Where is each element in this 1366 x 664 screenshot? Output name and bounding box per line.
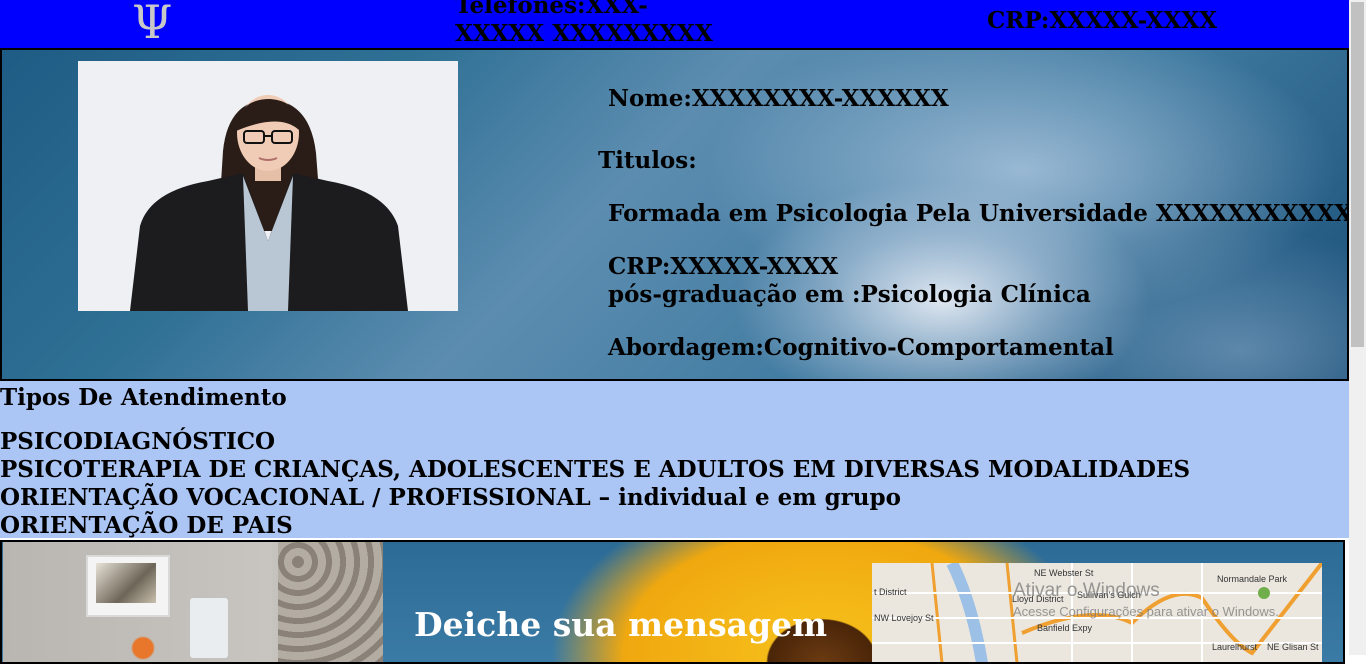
service-item: ORIENTAÇÃO DE PAIS bbox=[0, 512, 293, 539]
titles-heading: Titulos: bbox=[598, 147, 697, 174]
services-title: Tipos De Atendimento bbox=[0, 384, 287, 411]
activation-watermark-title: Ativar o Windows bbox=[1013, 580, 1160, 601]
service-item: ORIENTAÇÃO VOCACIONAL / PROFISSIONAL – i… bbox=[0, 484, 901, 511]
map-label: Laurelhurst bbox=[1212, 642, 1258, 652]
scrollbar-thumb[interactable] bbox=[1351, 2, 1364, 347]
profile-section: Nome:XXXXXXXX-XXXXXX Titulos: Formada em… bbox=[0, 48, 1366, 381]
header-crp: CRP:XXXXX-XXXX bbox=[987, 7, 1218, 34]
phones-text: Telefones:XXX-XXXXX XXXXXXXXX bbox=[455, 0, 713, 47]
approach-text: Abordagem:Cognitivo-Comportamental bbox=[608, 334, 1114, 361]
psi-logo-icon: Ψ bbox=[132, 0, 173, 49]
services-list: PSICODIAGNÓSTICO PSICOTERAPIA DE CRIANÇA… bbox=[0, 428, 1190, 540]
map-label: NE Glisan St bbox=[1267, 642, 1319, 652]
office-photo bbox=[3, 542, 383, 662]
degree-text: Formada em Psicologia Pela Universidade … bbox=[608, 200, 1366, 227]
patterned-wall-icon bbox=[278, 542, 383, 662]
profile-crp: CRP:XXXXX-XXXX bbox=[608, 253, 839, 280]
activation-watermark-subtitle: Acesse Configurações para ativar o Windo… bbox=[1013, 604, 1279, 619]
flower-icon bbox=[123, 630, 163, 660]
vertical-scrollbar[interactable] bbox=[1349, 0, 1366, 655]
contact-section: Deiche sua mensagem NE Webster St Norman… bbox=[0, 540, 1345, 664]
artwork-icon bbox=[96, 563, 156, 603]
service-item: PSICODIAGNÓSTICO bbox=[0, 428, 276, 455]
services-section: Tipos De Atendimento PSICODIAGNÓSTICO PS… bbox=[0, 381, 1349, 540]
map-label: NW Lovejoy St bbox=[874, 613, 934, 623]
message-heading: Deiche sua mensagem bbox=[414, 605, 828, 644]
map-label: Normandale Park bbox=[1217, 574, 1288, 584]
map-label: t District bbox=[874, 587, 907, 597]
service-item: PSICOTERAPIA DE CRIANÇAS, ADOLESCENTES E… bbox=[0, 456, 1191, 483]
profile-photo bbox=[78, 61, 458, 311]
portrait-image-icon bbox=[78, 61, 458, 311]
map-label: NE Webster St bbox=[1034, 568, 1094, 578]
profile-name: Nome:XXXXXXXX-XXXXXX bbox=[608, 85, 949, 112]
postgrad-text: pós-graduação em :Psicologia Clínica bbox=[608, 281, 1091, 308]
wall-panel-icon bbox=[190, 598, 228, 658]
top-bar: Ψ Telefones:XXX-XXXXX XXXXXXXXX CRP:XXXX… bbox=[0, 0, 1349, 48]
map-label: Banfield Expy bbox=[1037, 623, 1093, 633]
